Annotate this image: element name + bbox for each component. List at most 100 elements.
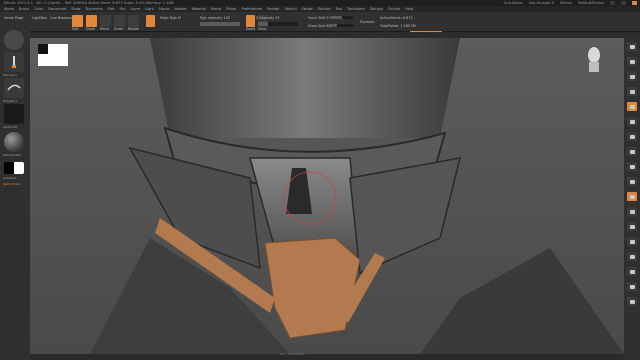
menu-stroke[interactable]: Stroke — [302, 7, 313, 11]
material-label: SkinShade4 — [3, 153, 21, 157]
zadd-button[interactable] — [246, 15, 255, 27]
menu-document[interactable]: Document — [48, 7, 66, 11]
focal-shift-label: Focal Shift 0 — [308, 16, 329, 20]
right-tool-xpose[interactable] — [627, 297, 637, 306]
orientation-head-icon[interactable] — [586, 46, 602, 72]
menu-render[interactable]: Render — [267, 7, 279, 11]
focal-shift-slider[interactable] — [330, 16, 354, 19]
material-sphere-button[interactable] — [146, 15, 155, 27]
menu-macro[interactable]: Macro — [159, 7, 170, 11]
right-tool-scroll[interactable] — [627, 72, 637, 81]
mrgb-button[interactable]: Mrgb — [160, 16, 169, 20]
menu-picker[interactable]: Picker — [226, 7, 236, 11]
right-tool-bpr[interactable] — [627, 42, 637, 51]
menu-dynamics[interactable]: Dynamics — [86, 7, 103, 11]
right-tool-zoom3d[interactable] — [627, 207, 637, 216]
actual-icon — [629, 104, 635, 109]
menu-stencil[interactable]: Stencil — [285, 7, 297, 11]
see-through-slider[interactable]: See-through 0 — [529, 1, 555, 5]
total-points: TotalPoints: 1.185 Mil — [380, 24, 416, 28]
right-tool-dynamic-persp[interactable] — [627, 132, 637, 141]
live-boolean-button[interactable]: Live Boolean — [50, 16, 72, 20]
color-swatch[interactable] — [4, 162, 24, 174]
menus-button[interactable]: Menus — [560, 1, 572, 5]
menu-movie[interactable]: Movie — [211, 7, 221, 11]
right-tool-solo[interactable] — [627, 282, 637, 291]
zoom3d-icon — [629, 209, 635, 214]
menu-material[interactable]: Material — [192, 7, 206, 11]
brush-button[interactable] — [4, 52, 24, 72]
edit-button[interactable] — [72, 15, 83, 27]
dynamic-persp-icon — [629, 134, 635, 139]
undo-history-icon[interactable] — [4, 30, 24, 50]
right-tool-spix-3[interactable] — [627, 57, 637, 66]
menu-file[interactable]: File — [120, 7, 126, 11]
menu-layer[interactable]: Layer — [130, 7, 140, 11]
stroke-icon — [7, 84, 21, 91]
minimize-button[interactable] — [610, 1, 615, 5]
solo-icon — [629, 284, 635, 289]
close-button[interactable] — [632, 1, 637, 5]
move-button[interactable] — [100, 15, 111, 27]
sculpted-helmet-model — [90, 38, 624, 354]
rgb-intensity-slider[interactable] — [200, 22, 240, 26]
default-zscript-button[interactable]: DefaultZScript — [578, 1, 604, 5]
right-tray — [624, 38, 640, 360]
right-tool-ghost[interactable] — [627, 267, 637, 276]
quicksave-button[interactable]: QuickSave — [504, 1, 523, 5]
stroke-label: DragRect — [3, 99, 17, 103]
menu-draw[interactable]: Draw — [71, 7, 80, 11]
dynamic-button[interactable]: Dynamic — [360, 20, 375, 24]
maximize-button[interactable] — [621, 1, 626, 5]
window-title: ZBrush 2021.5.1 - Dir: C:\Users\... Ref:… — [3, 1, 174, 5]
rotate-button[interactable] — [128, 15, 139, 27]
menu-light[interactable]: Light — [145, 7, 154, 11]
right-tool-actual[interactable] — [627, 102, 637, 111]
menu-zscript[interactable]: Zscript — [388, 7, 400, 11]
zadd-label: Zadd — [246, 27, 255, 31]
active-points: ActivePoints: 8.873 — [380, 16, 413, 20]
menu-preferences[interactable]: Preferences — [242, 7, 263, 11]
menu-help[interactable]: Help — [405, 7, 413, 11]
right-tool-l-sym[interactable] — [627, 162, 637, 171]
frame-icon — [629, 179, 635, 184]
home-page-button[interactable]: Home Page — [4, 16, 23, 20]
z-intensity-label: Z Intensity 25 — [256, 16, 280, 20]
material-button[interactable] — [4, 132, 24, 152]
right-tool-move[interactable] — [627, 192, 637, 201]
rgb-button[interactable]: Rgb — [170, 16, 177, 20]
alpha-label: Alpha Off — [3, 125, 17, 129]
scale-button[interactable] — [114, 15, 125, 27]
menu-zplugin[interactable]: Zplugin — [370, 7, 383, 11]
canvas-viewport[interactable] — [30, 38, 624, 354]
right-tool-floor[interactable] — [627, 147, 637, 156]
right-tool-transp[interactable] — [627, 252, 637, 261]
menu-edit[interactable]: Edit — [108, 7, 115, 11]
lightbox-button[interactable]: LightBox — [32, 16, 47, 20]
right-tool-aahalf[interactable] — [627, 117, 637, 126]
right-tool-zoom[interactable] — [627, 87, 637, 96]
menu-alpha[interactable]: Alpha — [4, 7, 14, 11]
m-button[interactable]: M — [178, 16, 181, 20]
menu-transform[interactable]: Transform — [347, 7, 364, 11]
right-tool-rotate[interactable] — [627, 222, 637, 231]
menu-texture[interactable]: Texture — [318, 7, 331, 11]
aahalf-icon — [629, 119, 635, 124]
draw-size-slider[interactable] — [330, 24, 354, 27]
floor-icon — [629, 149, 635, 154]
right-tool-frame[interactable] — [627, 177, 637, 186]
rotate-label: Rotate — [128, 27, 140, 31]
stroke-button[interactable] — [4, 78, 24, 98]
draw-button[interactable] — [86, 15, 97, 27]
brush-label: Standard — [3, 73, 17, 77]
ghost-icon — [629, 269, 635, 274]
z-intensity-slider[interactable] — [258, 22, 298, 26]
right-tool-line-fill-polyf[interactable] — [627, 237, 637, 246]
menu-brush[interactable]: Brush — [19, 7, 29, 11]
alpha-button[interactable] — [4, 104, 24, 124]
menu-color[interactable]: Color — [34, 7, 43, 11]
switch-color-label[interactable]: SwitchColor — [3, 182, 21, 186]
xpose-icon — [629, 299, 635, 304]
menu-marker[interactable]: Marker — [175, 7, 187, 11]
menu-tool[interactable]: Tool — [336, 7, 343, 11]
